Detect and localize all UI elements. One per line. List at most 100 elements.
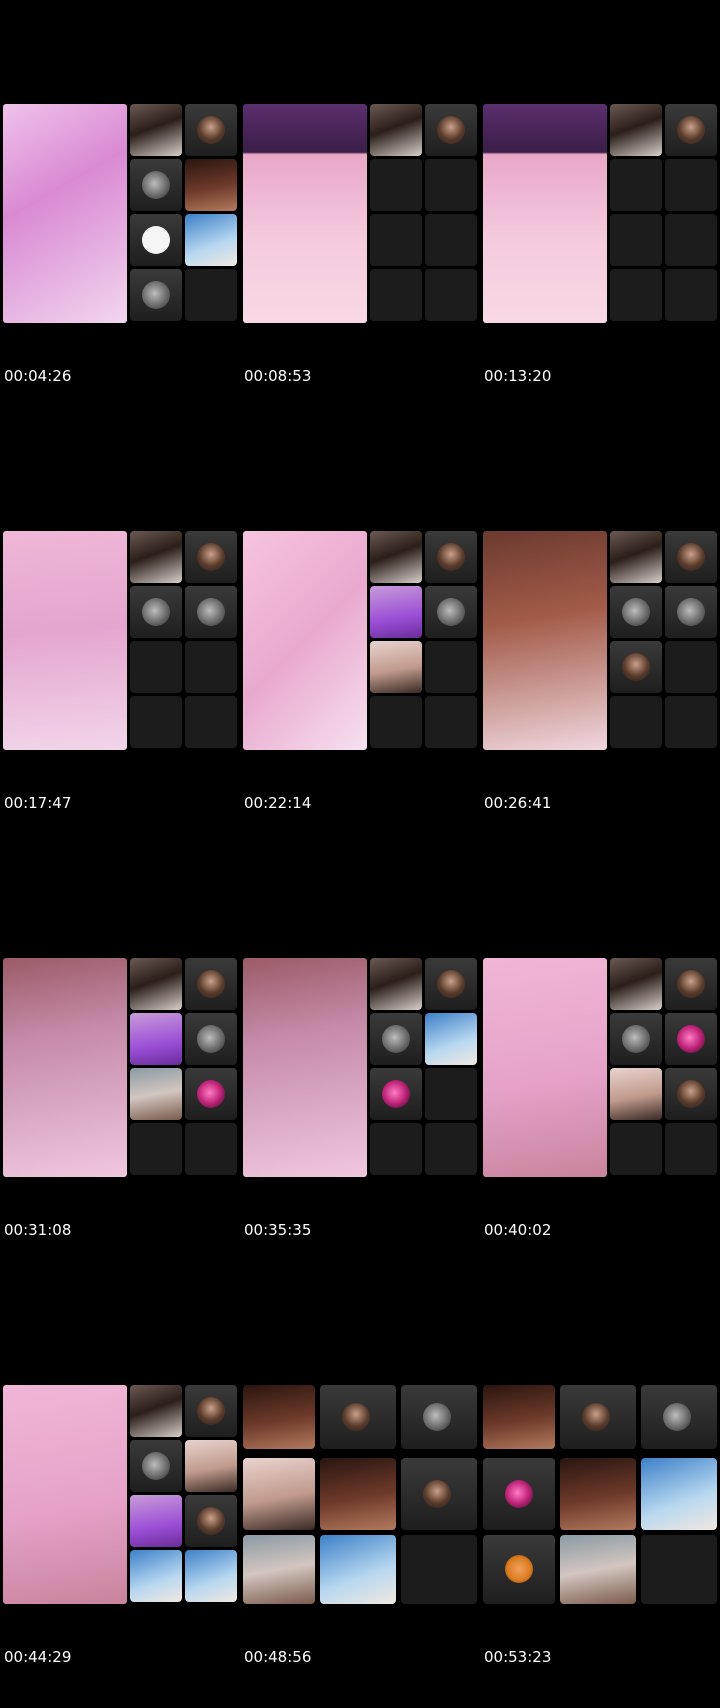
main-video-tile	[3, 104, 127, 323]
participant-tile	[401, 1385, 477, 1449]
main-video-tile	[243, 104, 367, 323]
video-frame	[483, 958, 717, 1177]
avatar	[197, 598, 225, 626]
timestamp: 00:17:47	[4, 794, 72, 812]
empty-tile	[610, 159, 662, 211]
participant-tile	[425, 586, 477, 638]
thumbnail-2: 00:08:53	[240, 0, 480, 427]
participant-tile	[610, 958, 662, 1010]
thumbnail-4: 00:17:47	[0, 427, 240, 854]
participant-tile	[370, 641, 422, 693]
empty-tile	[370, 696, 422, 748]
main-video-tile	[3, 958, 127, 1177]
participant-tile	[665, 1068, 717, 1120]
avatar	[423, 1480, 451, 1508]
participant-tile	[185, 214, 237, 266]
thumbnail-11: 00:48:56	[240, 1281, 480, 1708]
avatar	[622, 1025, 650, 1053]
participant-tile	[370, 1068, 422, 1120]
thumbnail-6: 00:26:41	[480, 427, 720, 854]
participant-tile	[320, 1535, 396, 1604]
empty-tile	[130, 1123, 182, 1175]
timestamp: 00:08:53	[244, 367, 312, 385]
avatar	[142, 1452, 170, 1480]
timestamp: 00:53:23	[484, 1648, 552, 1666]
participant-tile	[185, 104, 237, 156]
avatar	[677, 543, 705, 571]
participant-tile	[185, 1440, 237, 1492]
participant-tile	[483, 1458, 555, 1530]
participant-tile	[130, 1068, 182, 1120]
participant-tile	[185, 531, 237, 583]
thumbnail-10: 00:44:29	[0, 1281, 240, 1708]
participant-tile	[130, 1013, 182, 1065]
empty-tile	[425, 214, 477, 266]
empty-tile	[185, 641, 237, 693]
participant-tile	[130, 214, 182, 266]
avatar	[197, 116, 225, 144]
participant-tile	[401, 1458, 477, 1530]
participant-tile	[185, 586, 237, 638]
avatar	[142, 598, 170, 626]
participant-tile	[185, 1385, 237, 1437]
participant-tile	[560, 1535, 636, 1604]
avatar	[197, 1397, 225, 1425]
empty-tile	[130, 696, 182, 748]
timestamp: 00:44:29	[4, 1648, 72, 1666]
empty-tile	[425, 696, 477, 748]
avatar	[342, 1403, 370, 1431]
timestamp: 00:35:35	[244, 1221, 312, 1239]
avatar	[437, 970, 465, 998]
main-video-tile	[483, 531, 607, 750]
empty-tile	[665, 641, 717, 693]
thumbnail-3: 00:13:20	[480, 0, 720, 427]
empty-tile	[665, 1123, 717, 1175]
main-video-tile	[243, 531, 367, 750]
timestamp: 00:31:08	[4, 1221, 72, 1239]
empty-tile	[185, 1123, 237, 1175]
avatar	[663, 1403, 691, 1431]
avatar	[197, 1080, 225, 1108]
participant-tile	[320, 1458, 396, 1530]
empty-tile	[665, 696, 717, 748]
participant-tile	[243, 1385, 315, 1449]
empty-tile	[401, 1535, 477, 1604]
thumbnail-7: 00:31:08	[0, 854, 240, 1281]
participant-tile	[425, 104, 477, 156]
avatar	[505, 1555, 533, 1583]
participant-tile	[665, 1013, 717, 1065]
avatar	[382, 1025, 410, 1053]
participant-tile	[560, 1458, 636, 1530]
avatar	[382, 1080, 410, 1108]
thumbnail-12: 00:53:23	[480, 1281, 720, 1708]
avatar	[197, 543, 225, 571]
participant-tile	[185, 1013, 237, 1065]
participant-tile	[610, 1013, 662, 1065]
participant-tile	[370, 104, 422, 156]
avatar	[437, 116, 465, 144]
empty-tile	[665, 214, 717, 266]
video-frame	[483, 1385, 717, 1604]
video-frame	[3, 1385, 237, 1604]
participant-tile	[560, 1385, 636, 1449]
thumbnail-8: 00:35:35	[240, 854, 480, 1281]
avatar	[582, 1403, 610, 1431]
participant-tile	[425, 958, 477, 1010]
participant-tile	[425, 1013, 477, 1065]
avatar	[142, 226, 170, 254]
avatar	[197, 1025, 225, 1053]
avatar	[437, 598, 465, 626]
participant-tile	[243, 1458, 315, 1530]
empty-tile	[610, 214, 662, 266]
participant-tile	[185, 159, 237, 211]
participant-tile	[130, 1440, 182, 1492]
participant-tile	[641, 1385, 717, 1449]
empty-tile	[370, 214, 422, 266]
participant-tile	[243, 1535, 315, 1604]
timestamp: 00:48:56	[244, 1648, 312, 1666]
participant-tile	[370, 531, 422, 583]
participant-tile	[130, 586, 182, 638]
video-frame	[243, 104, 477, 323]
empty-tile	[610, 1123, 662, 1175]
participant-tile	[320, 1385, 396, 1449]
